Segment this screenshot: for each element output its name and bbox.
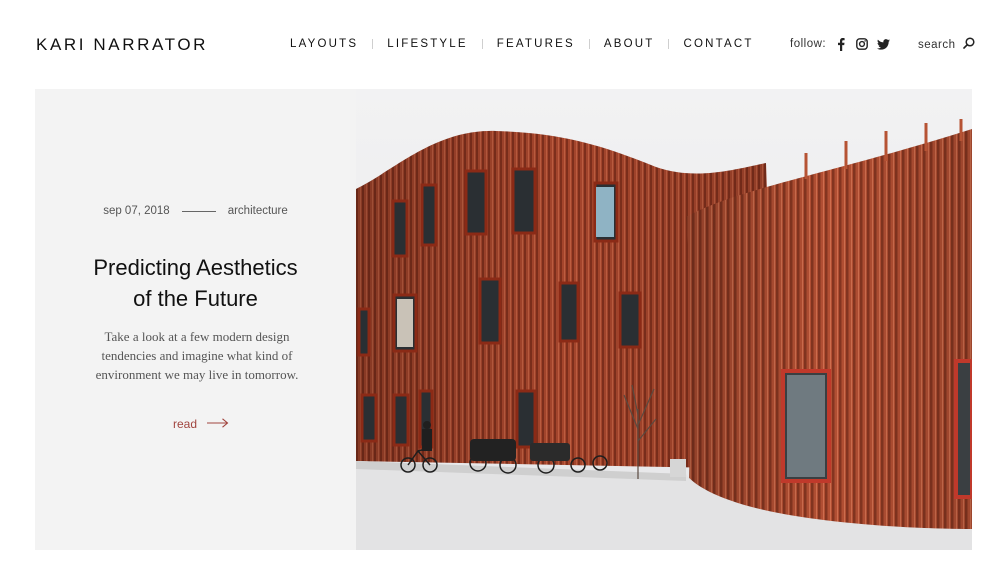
site-logo[interactable]: KARI NARRATOR [36, 35, 208, 55]
meta-divider [181, 210, 216, 212]
nav-item-lifestyle[interactable]: LIFESTYLE [387, 38, 468, 50]
post-title-line-2: of the Future [133, 286, 258, 311]
post-title-line-1: Predicting Aesthetics [93, 255, 298, 280]
social-links: follow: [790, 37, 897, 51]
search-label: search [918, 38, 956, 51]
post-title[interactable]: Predicting Aesthetics of the Future [35, 252, 356, 314]
featured-post: sep 07, 2018 architecture Predicting Aes… [35, 89, 972, 550]
featured-post-text: sep 07, 2018 architecture Predicting Aes… [35, 89, 356, 550]
facebook-icon[interactable] [834, 37, 848, 51]
featured-image[interactable] [356, 89, 972, 550]
instagram-icon[interactable] [855, 37, 869, 51]
post-date: sep 07, 2018 [103, 205, 170, 217]
arrow-right-icon [207, 417, 229, 431]
nav-item-features[interactable]: FEATURES [497, 38, 575, 50]
search-icon [962, 37, 975, 52]
post-category[interactable]: architecture [228, 205, 288, 217]
nav-item-contact[interactable]: CONTACT [683, 38, 753, 50]
search-button[interactable]: search [918, 37, 975, 52]
nav-divider [668, 39, 670, 49]
nav-divider [588, 39, 590, 49]
read-more-link[interactable]: read [173, 417, 229, 431]
nav-item-layouts[interactable]: LAYOUTS [290, 38, 358, 50]
nav-divider [372, 39, 374, 49]
read-more-label: read [173, 417, 198, 431]
main-nav: LAYOUTS LIFESTYLE FEATURES ABOUT CONTACT [290, 38, 754, 50]
site-header: KARI NARRATOR LAYOUTS LIFESTYLE FEATURES… [0, 0, 1000, 89]
building-photo [356, 89, 972, 550]
post-excerpt: Take a look at a few modern design tende… [95, 329, 299, 382]
follow-label: follow: [790, 38, 827, 50]
post-meta: sep 07, 2018 architecture [35, 205, 356, 217]
nav-divider [481, 39, 483, 49]
nav-item-about[interactable]: ABOUT [604, 38, 655, 50]
twitter-icon[interactable] [876, 37, 890, 51]
